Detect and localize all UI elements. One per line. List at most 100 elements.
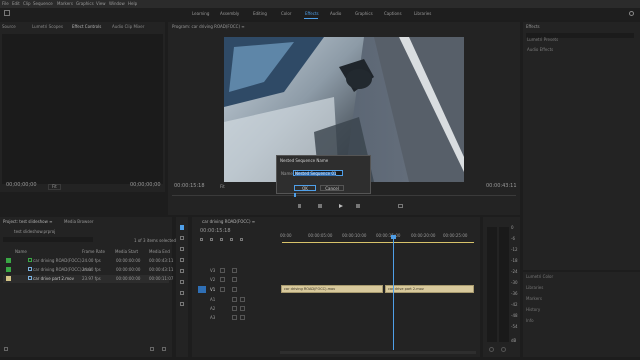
- tab-project[interactable]: Project: test slideshow ≡: [3, 220, 53, 224]
- trash-icon[interactable]: [162, 347, 166, 351]
- settings-wrench-icon[interactable]: [240, 238, 243, 241]
- workspace-audio[interactable]: Audio: [330, 12, 341, 16]
- table-row[interactable]: car driving ROAD(FOCC) 24.00 fps 00:00:0…: [3, 257, 173, 265]
- menu-edit[interactable]: Edit: [12, 2, 20, 6]
- menu-help[interactable]: Help: [128, 2, 137, 6]
- row-name: car driving ROAD(FOCC): [33, 258, 82, 263]
- pen-tool-icon[interactable]: [180, 280, 184, 284]
- program-playhead[interactable]: [294, 193, 296, 197]
- program-scrubber[interactable]: [172, 195, 516, 196]
- play-icon[interactable]: [339, 204, 343, 208]
- work-area-bar[interactable]: [282, 242, 474, 243]
- timeline-clip[interactable]: car driving ROAD(FOCC).mov: [281, 285, 383, 293]
- linked-selection-icon[interactable]: [220, 238, 223, 241]
- selection-tool-icon[interactable]: [180, 225, 184, 230]
- timeline-tab[interactable]: car driving ROAD(FOCC) ≡: [202, 220, 255, 224]
- menu-file[interactable]: File: [2, 2, 9, 6]
- history-tab[interactable]: History: [526, 308, 540, 312]
- snap-icon[interactable]: [210, 238, 213, 241]
- timeline-ruler[interactable]: 00:00 00:00:05:00 00:00:10:00 00:00:15:0…: [280, 231, 476, 241]
- list-view-icon[interactable]: [4, 347, 8, 351]
- source-patch-v1[interactable]: [198, 286, 206, 293]
- workspace-captions[interactable]: Captions: [384, 12, 402, 16]
- workspace-effects[interactable]: Effects: [305, 12, 319, 16]
- timeline-timecode[interactable]: 00:00:15:18: [200, 229, 231, 234]
- program-monitor-title[interactable]: Program: car driving ROAD(FOCC) ≡: [172, 25, 245, 29]
- eye-icon[interactable]: [232, 287, 237, 292]
- table-row-selected[interactable]: car drive part 2.mov 23.97 fps 00:00:00:…: [3, 275, 173, 283]
- workspace-color[interactable]: Color: [281, 12, 291, 16]
- solo-button[interactable]: [240, 297, 245, 302]
- workspace-editing[interactable]: Editing: [253, 12, 267, 16]
- workspace-libraries[interactable]: Libraries: [414, 12, 431, 16]
- effects-panel-title[interactable]: Effects: [526, 25, 540, 29]
- home-icon[interactable]: [4, 10, 10, 16]
- tab-audio-clip-mixer[interactable]: Audio Clip Mixer: [112, 25, 144, 29]
- timeline-clip[interactable]: car drive part 2.mov: [385, 285, 474, 293]
- mute-button[interactable]: [232, 306, 237, 311]
- type-tool-icon[interactable]: [180, 302, 184, 306]
- step-forward-icon[interactable]: [356, 204, 360, 208]
- menu-clip[interactable]: Clip: [23, 2, 31, 6]
- add-marker-icon[interactable]: [298, 204, 301, 208]
- workspace-assembly[interactable]: Assembly: [220, 12, 239, 16]
- solo-button[interactable]: [240, 306, 245, 311]
- markers-tab[interactable]: Markers: [526, 297, 542, 301]
- libraries-tab[interactable]: Libraries: [526, 286, 543, 290]
- effects-item-lumetri-presets[interactable]: Lumetri Presets: [527, 38, 558, 42]
- tab-source[interactable]: Source: [2, 25, 16, 29]
- table-row[interactable]: car driving ROAD(FOCC).mov 24.00 fps 00:…: [3, 266, 173, 274]
- slip-tool-icon[interactable]: [180, 269, 184, 273]
- solo-button[interactable]: [240, 315, 245, 320]
- dialog-ok-button[interactable]: OK: [294, 185, 316, 191]
- menu-view[interactable]: View: [96, 2, 106, 6]
- mute-button[interactable]: [232, 297, 237, 302]
- dialog-cancel-button[interactable]: Cancel: [320, 185, 344, 191]
- add-marker-icon[interactable]: [230, 238, 233, 241]
- ruler-tick: 00:00:10:00: [342, 233, 367, 238]
- timeline-playhead-handle[interactable]: [391, 235, 396, 239]
- meter-solo-right[interactable]: [501, 347, 506, 352]
- track-label: A3: [210, 315, 216, 320]
- mute-button[interactable]: [232, 315, 237, 320]
- eye-icon[interactable]: [232, 277, 237, 282]
- new-item-icon[interactable]: [150, 347, 154, 351]
- menu-sequence[interactable]: Sequence: [33, 2, 53, 6]
- tab-lumetri-scopes[interactable]: Lumetri Scopes: [32, 25, 63, 29]
- timeline-playhead[interactable]: [393, 235, 394, 350]
- step-back-icon[interactable]: [318, 204, 322, 208]
- lock-icon[interactable]: [220, 268, 225, 273]
- lock-icon[interactable]: [220, 277, 225, 282]
- project-search-field[interactable]: [3, 237, 93, 242]
- track-select-tool-icon[interactable]: [180, 236, 184, 240]
- eye-icon[interactable]: [232, 268, 237, 273]
- lock-icon[interactable]: [220, 287, 225, 292]
- meter-scale-label: -6: [511, 236, 515, 241]
- hand-tool-icon[interactable]: [180, 291, 184, 295]
- menu-window[interactable]: Window: [109, 2, 125, 6]
- col-frame-rate[interactable]: Frame Rate: [82, 250, 105, 254]
- col-name[interactable]: Name: [15, 250, 27, 254]
- workspace-learning[interactable]: Learning: [192, 12, 209, 16]
- lumetri-color-tab[interactable]: Lumetri Color: [526, 275, 553, 279]
- ripple-edit-tool-icon[interactable]: [180, 247, 184, 251]
- meter-solo-left[interactable]: [489, 347, 494, 352]
- menu-graphics[interactable]: Graphics: [76, 2, 94, 6]
- source-fit-select[interactable]: Fit: [48, 184, 61, 190]
- ruler-tick: 00:00:05:00: [308, 233, 333, 238]
- nest-toggle-icon[interactable]: [200, 238, 203, 241]
- effects-item-audio-effects[interactable]: Audio Effects: [527, 48, 553, 52]
- zoom-scrollbar[interactable]: [280, 351, 476, 354]
- col-media-start[interactable]: Media Start: [115, 250, 138, 254]
- info-tab[interactable]: Info: [526, 319, 534, 323]
- workspace-graphics[interactable]: Graphics: [355, 12, 373, 16]
- program-fit-select[interactable]: Fit: [220, 185, 225, 189]
- razor-tool-icon[interactable]: [180, 258, 184, 262]
- col-media-end[interactable]: Media End: [149, 250, 170, 254]
- export-frame-icon[interactable]: [398, 204, 403, 208]
- menu-markers[interactable]: Markers: [57, 2, 73, 6]
- tab-effect-controls[interactable]: Effect Controls: [72, 25, 101, 29]
- search-icon[interactable]: [629, 11, 634, 16]
- dialog-name-field[interactable]: Nested Sequence 01: [293, 170, 343, 176]
- tab-media-browser[interactable]: Media Browser: [64, 220, 94, 224]
